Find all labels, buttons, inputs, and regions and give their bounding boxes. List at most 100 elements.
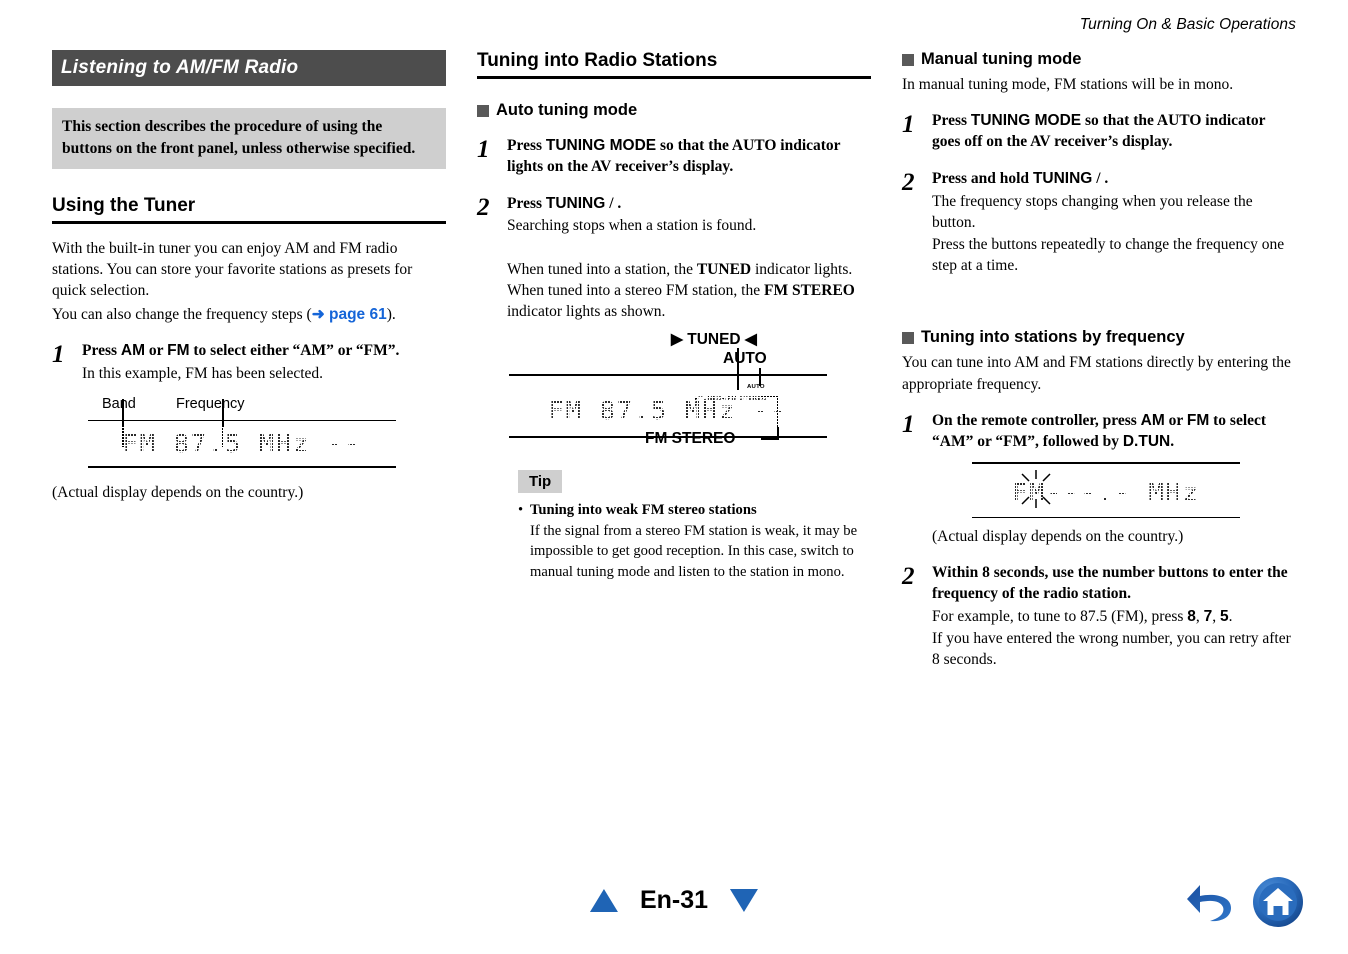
button-label-tuning: TUNING [545,194,606,212]
step-title-post: to select either “AM” or “FM”. [189,341,400,359]
column-right: Manual tuning mode In manual tuning mode… [902,50,1296,671]
button-label-am: AM [120,341,145,359]
step-c3-1: 1 Press TUNING MODE so that the AUTO ind… [902,111,1296,153]
step-text-1: For example, to tune to 87.5 (FM), press… [932,608,1233,626]
text1-post: . [1228,608,1233,626]
blink-indicator-icon [1021,469,1051,508]
para-a: When tuned into a station, the [507,260,697,278]
step-title-mid: or [145,341,168,359]
square-bullet-icon [902,53,914,66]
step-title-pre: Press [507,137,546,154]
callout-label-tuned: ▶ TUNED ◀ [671,331,757,349]
step-c2-2: 2 Press TUNING / . Searching stops when … [477,194,871,323]
leader-line-fm-stereo-bottom [761,438,779,440]
step-title: Press TUNING MODE so that the AUTO indic… [932,111,1296,153]
step-title: Press AM or FM to select either “AM” or … [82,341,446,362]
figure-caption-1: (Actual display depends on the country.) [52,483,304,501]
step-number: 1 [902,111,915,139]
page-navigation: En-31 [589,886,759,915]
step-text-2: If you have entered the wrong number, yo… [932,630,1291,669]
lcd-indicator-auto: AUTO [747,384,765,390]
figure-display-direct-entry: FM---.- MHz [972,462,1240,519]
heading-tuning-into-radio-stations: Tuning into Radio Stations [477,50,871,79]
subheading-manual-tuning-mode: Manual tuning mode [902,50,1296,69]
bullet-dot-icon: • [518,502,524,519]
step-c3-2: 2 Press and hold TUNING / . The frequenc… [902,169,1296,277]
step-text: Searching stops when a station is found. [507,217,757,235]
intro2-pre: You can also change the frequency steps … [52,305,312,323]
intro2-post: ). [386,305,396,323]
button-label-tuning: TUNING [1032,169,1093,187]
button-label-tuning-mode: TUNING MODE [970,112,1082,130]
subheading-label: Tuning into stations by frequency [921,328,1185,347]
page-footer: En-31 [0,876,1348,936]
step-title-mid: or [1164,411,1187,429]
frequency-tuning-intro: You can tune into AM and FM stations dir… [902,354,1291,393]
step-title: Press and hold TUNING / . [932,169,1296,190]
tip-label: Tip [518,470,563,494]
step-c3-3: 1 On the remote controller, press AM or … [902,411,1296,453]
running-header: Turning On & Basic Operations [1079,16,1296,33]
page-reference-link[interactable]: ➜ page 61 [312,306,387,323]
step-title-pre: Press and hold [932,169,1033,187]
step-extra-paragraph: When tuned into a station, the TUNED ind… [507,259,871,323]
heading-using-the-tuner: Using the Tuner [52,195,446,224]
key-label-8: 8 [1187,608,1196,626]
step-c3-4: 2 Within 8 seconds, use the number butto… [902,563,1296,670]
callout-label-auto: AUTO [723,350,767,368]
figure-display-indicators: ▶ TUNED ◀ AUTO AUTO ▸TUNED◂ FM STEREO FM… [509,330,827,458]
step-title-post: . [1170,432,1175,450]
step-title: On the remote controller, press AM or FM… [932,411,1296,453]
document-page: Turning On & Basic Operations Listening … [0,0,1348,954]
triangle-up-icon[interactable] [589,889,618,912]
step-c2-1: 1 Press TUNING MODE so that the AUTO ind… [477,136,871,178]
lcd-text: FM 87.5 MHz -- [120,427,364,461]
step-number: 1 [52,340,65,368]
manual-tuning-intro: In manual tuning mode, FM stations will … [902,76,1234,93]
step-title: Press TUNING MODE so that the AUTO indic… [507,136,871,178]
button-label-fm: FM [167,341,190,359]
step-title-pre: Press [932,112,971,130]
para-e: indicator lights as shown. [507,303,666,320]
step-number: 2 [902,168,915,196]
step-c1-1: 1 Press AM or FM to select either “AM” o… [52,341,446,384]
tip-bullet-text: If the signal from a stereo FM station i… [530,522,858,580]
subheading-label: Manual tuning mode [921,50,1082,68]
step-text: In this example, FM has been selected. [82,364,324,382]
figure-display-band-frequency: Band Frequency FM 87.5 MHz -- [88,396,396,468]
button-label-fm: FM [1186,411,1210,429]
leader-line-tuned [737,348,739,391]
column-left: Listening to AM/FM Radio This section de… [52,50,446,503]
figure-top-rule [509,374,827,376]
lcd-screen: FM 87.5 MHz -- [88,421,396,466]
back-arrow-icon[interactable] [1186,879,1238,925]
intro-paragraph-2: You can also change the frequency steps … [52,304,446,325]
tip-bullet-title: Tuning into weak FM stereo stations [530,502,757,519]
button-label-dtun: D.TUN [1122,432,1171,450]
callout-label-frequency: Frequency [176,395,245,412]
viewer-nav-icons [1186,876,1304,928]
triangle-down-icon[interactable] [730,889,759,912]
step-number: 1 [477,136,490,163]
tip-bullet-item: • Tuning into weak FM stereo stations If… [518,500,871,582]
key-label-7: 7 [1203,608,1213,626]
step-title-pre: On the remote controller, press [932,411,1141,429]
step-title-post: / . [1092,169,1109,187]
step-title-post: / . [605,194,622,212]
button-label-tuning-mode: TUNING MODE [545,137,657,154]
figure-bottom-rule [509,436,827,438]
button-label-am: AM [1140,411,1165,429]
notice-box: This section describes the procedure of … [52,108,446,169]
lcd-text: FM 87.5 MHz -- [546,394,790,428]
indicator-tuned: TUNED [696,260,752,278]
step-title-pre: Press [507,194,546,212]
indicator-fm-stereo: FM STEREO [764,281,855,299]
square-bullet-icon [477,104,489,117]
column-middle: Tuning into Radio Stations Auto tuning m… [477,50,871,582]
step-text-1: The frequency stops changing when you re… [932,192,1253,231]
figure-caption-3: (Actual display depends on the country.) [932,528,1184,546]
lcd-screen: FM 87.5 MHz -- [509,390,827,431]
figure-bottom-rule [972,516,1240,519]
step-text-2: Press the buttons repeatedly to change t… [932,236,1285,275]
home-icon[interactable] [1252,876,1304,928]
